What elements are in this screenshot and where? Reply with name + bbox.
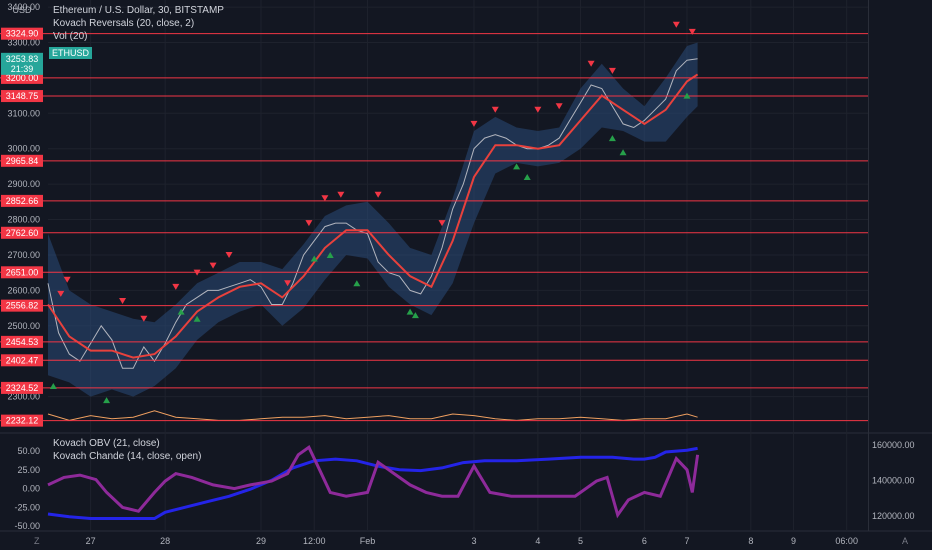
level-label: 2762.60 <box>6 228 39 238</box>
level-label: 2324.52 <box>6 383 39 393</box>
x-tick-label: 5 <box>578 536 583 546</box>
reversal-down-marker <box>587 60 595 67</box>
osc-right-tick-label: 140000.00 <box>872 475 915 485</box>
auto-scale-button[interactable]: A <box>902 536 908 546</box>
y-tick-label: 3000.00 <box>7 144 40 154</box>
osc-right-tick-label: 160000.00 <box>872 440 915 450</box>
reversal-down-marker <box>470 120 478 127</box>
chande-legend[interactable]: Kovach Chande (14, close, open) <box>53 451 201 462</box>
reversal-down-marker <box>209 262 217 269</box>
level-label: 2454.53 <box>6 337 39 347</box>
reversal-down-marker <box>534 106 542 113</box>
x-tick-label: 7 <box>684 536 689 546</box>
reversal-down-marker <box>305 220 313 227</box>
x-tick-label: 27 <box>86 536 96 546</box>
x-tick-label: 06:00 <box>835 536 858 546</box>
x-tick-label: 28 <box>160 536 170 546</box>
reversal-up-marker <box>513 163 521 170</box>
level-label: 2232.12 <box>6 416 39 426</box>
y-tick-label: 2500.00 <box>7 321 40 331</box>
y-tick-label: 3100.00 <box>7 108 40 118</box>
osc-left-tick-label: 50.00 <box>17 446 40 456</box>
y-tick-label: 2900.00 <box>7 179 40 189</box>
reversal-down-marker <box>172 283 180 290</box>
osc-left-tick-label: -50.00 <box>14 521 40 531</box>
indicator-legend-reversals[interactable]: Kovach Reversals (20, close, 2) <box>53 18 194 29</box>
level-label: 2965.84 <box>6 156 39 166</box>
reversal-up-marker <box>49 382 57 389</box>
x-tick-label: 12:00 <box>303 536 326 546</box>
reversal-up-marker <box>523 174 531 181</box>
symbol-badge: ETHUSD <box>49 47 93 59</box>
reversal-up-marker <box>608 135 616 142</box>
reversal-down-marker <box>555 103 563 110</box>
x-tick-label: 8 <box>748 536 753 546</box>
osc-right-tick-label: 120000.00 <box>872 511 915 521</box>
reversal-up-marker <box>411 312 419 319</box>
x-tick-label: 9 <box>791 536 796 546</box>
last-price-label: 3253.83 <box>6 54 39 64</box>
reversal-down-marker <box>672 21 680 28</box>
x-tick-label: 4 <box>535 536 540 546</box>
indicator-legend-volume[interactable]: Vol (20) <box>53 31 87 42</box>
obv-legend[interactable]: Kovach OBV (21, close) <box>53 438 160 449</box>
chart-canvas[interactable]: 3400.003300.003100.003000.002900.002800.… <box>0 0 932 550</box>
y-tick-label: 2600.00 <box>7 285 40 295</box>
level-label: 2402.47 <box>6 355 39 365</box>
y-tick-label: 2800.00 <box>7 215 40 225</box>
osc-left-tick-label: 25.00 <box>17 465 40 475</box>
volume-line <box>47 410 698 421</box>
reversal-up-marker <box>103 397 111 404</box>
timezone-button[interactable]: Z <box>34 536 40 546</box>
reversal-down-marker <box>337 191 345 198</box>
x-tick-label: 3 <box>471 536 476 546</box>
reversal-down-marker <box>491 106 499 113</box>
osc-left-tick-label: -25.00 <box>14 502 40 512</box>
x-tick-label: 6 <box>642 536 647 546</box>
reversal-down-marker <box>608 67 616 74</box>
level-label: 2556.82 <box>6 301 39 311</box>
countdown-label: 21:39 <box>11 64 34 74</box>
osc-left-tick-label: 0.00 <box>22 484 40 494</box>
reversal-up-marker <box>406 308 414 315</box>
reversal-up-marker <box>353 280 361 287</box>
level-label: 2852.66 <box>6 196 39 206</box>
reversal-down-marker <box>119 297 127 304</box>
level-label: 2651.00 <box>6 267 39 277</box>
level-label: 3324.90 <box>6 29 39 39</box>
chart-title[interactable]: Ethereum / U.S. Dollar, 30, BITSTAMP <box>53 5 224 16</box>
currency-label: USD <box>12 5 32 15</box>
level-label: 3148.75 <box>6 91 39 101</box>
x-tick-label: Feb <box>360 536 376 546</box>
reversal-up-marker <box>619 149 627 156</box>
reversal-down-marker <box>374 191 382 198</box>
y-tick-label: 2700.00 <box>7 250 40 260</box>
x-tick-label: 29 <box>256 536 266 546</box>
